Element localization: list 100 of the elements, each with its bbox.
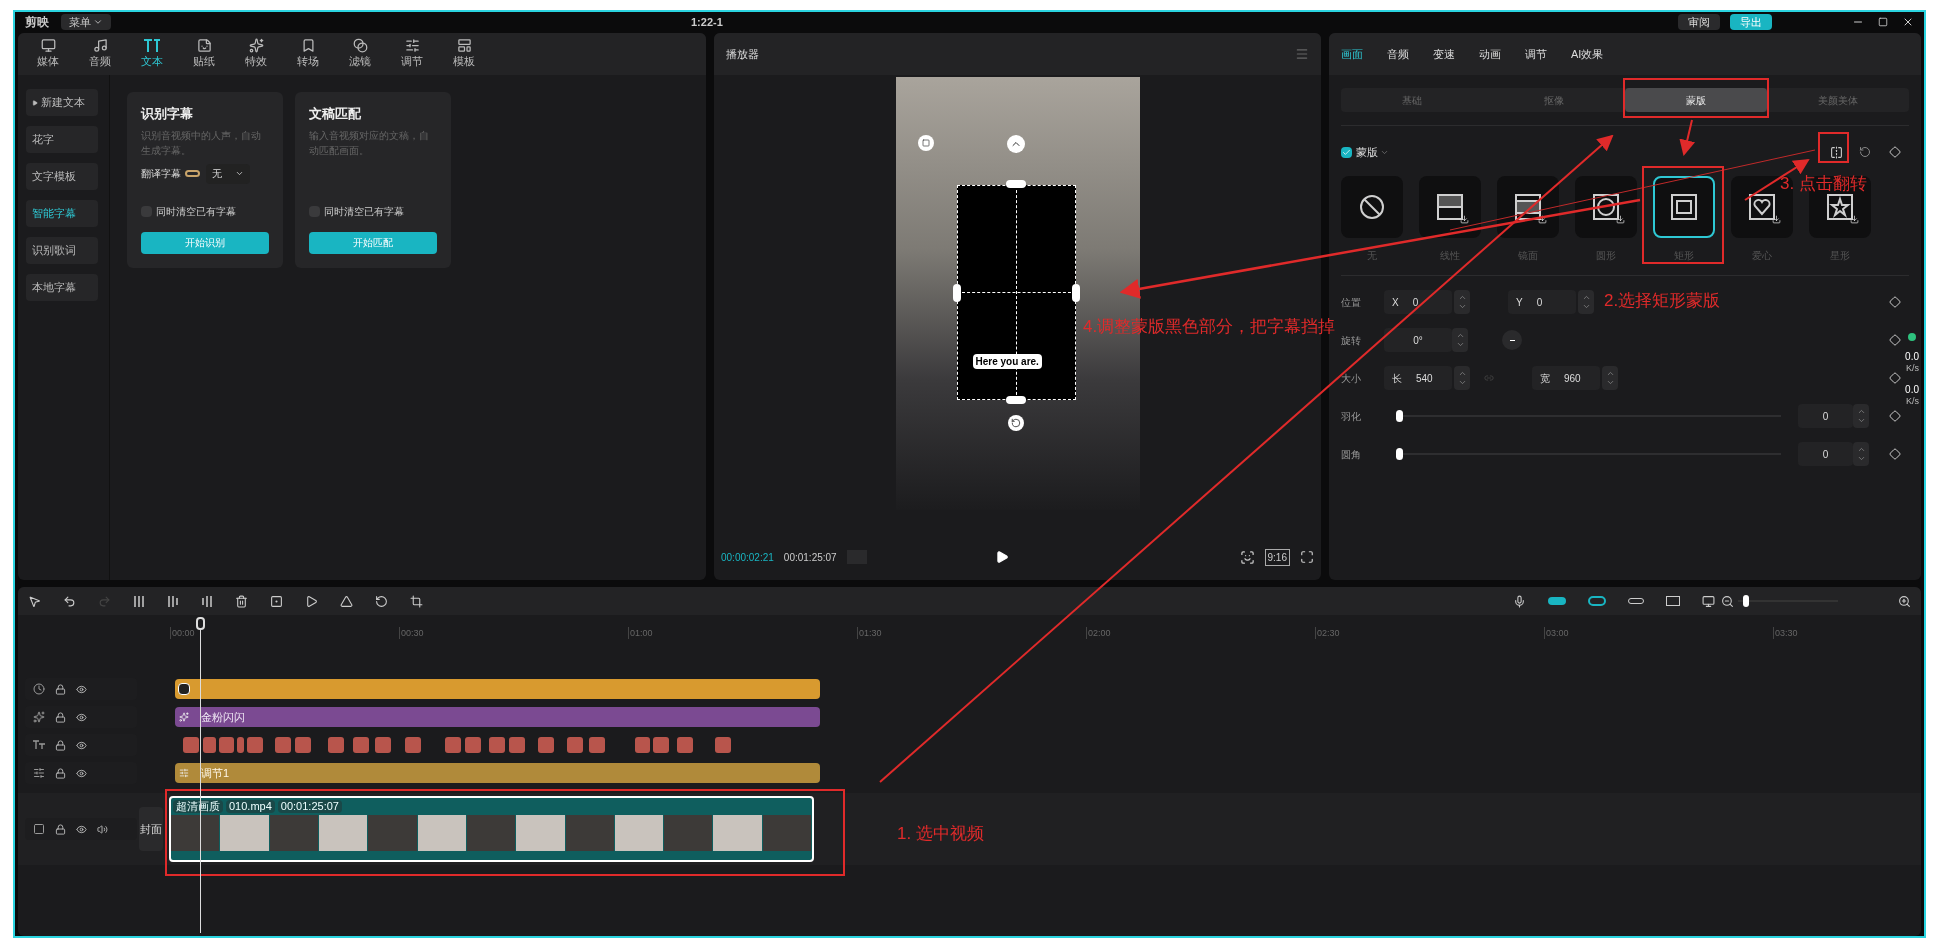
rotate-icon[interactable] — [375, 594, 388, 608]
slider-track[interactable] — [1396, 410, 1781, 422]
media-tab[interactable]: 贴纸 — [186, 38, 222, 70]
number-field[interactable]: 宽 960 — [1532, 366, 1600, 390]
media-tab[interactable]: 媒体 — [30, 38, 66, 70]
number-field[interactable]: 0° — [1384, 328, 1452, 352]
lock-icon[interactable] — [55, 823, 66, 835]
number-field[interactable]: 0 — [1798, 442, 1853, 466]
stepper[interactable] — [1454, 366, 1470, 390]
text-clip[interactable] — [353, 737, 369, 753]
sidebar-item[interactable]: 花字 — [26, 126, 98, 153]
text-clip[interactable] — [567, 737, 583, 753]
eye-icon[interactable] — [76, 823, 87, 835]
inspector-tab[interactable]: 画面 — [1341, 45, 1363, 63]
text-clip[interactable] — [509, 737, 525, 753]
flip-icon[interactable] — [1830, 145, 1843, 159]
stepper[interactable] — [1578, 290, 1594, 314]
down-chevron-icon[interactable] — [1856, 454, 1866, 463]
fullscreen-icon[interactable] — [1300, 550, 1314, 564]
lock-icon[interactable] — [55, 739, 66, 751]
text-clip[interactable] — [465, 737, 481, 753]
feather-handle-icon[interactable] — [1006, 135, 1025, 153]
stepper[interactable] — [1853, 442, 1869, 466]
text-clip[interactable] — [445, 737, 461, 753]
keyframe-icon[interactable] — [1889, 410, 1901, 422]
mask-option[interactable] — [1731, 176, 1793, 238]
sidebar-item[interactable]: 智能字幕 — [26, 200, 98, 227]
lock-icon[interactable] — [55, 767, 66, 779]
resize-handle[interactable] — [1071, 284, 1080, 302]
stepper[interactable] — [1452, 328, 1468, 352]
inspector-tab[interactable]: 动画 — [1479, 45, 1501, 63]
up-chevron-icon[interactable] — [1457, 369, 1467, 378]
media-tab[interactable]: 滤镜 — [342, 38, 378, 70]
lock-icon[interactable] — [55, 711, 66, 723]
down-chevron-icon[interactable] — [1455, 340, 1465, 349]
reset-icon[interactable] — [1859, 146, 1871, 158]
resize-handle[interactable] — [1005, 180, 1026, 188]
maximize-icon[interactable] — [1878, 17, 1888, 27]
media-tab[interactable]: 调节 — [394, 38, 430, 70]
sidebar-item[interactable]: 识别歌词 — [26, 237, 98, 264]
undo-icon[interactable] — [63, 594, 76, 608]
keyframe-icon[interactable] — [1889, 334, 1901, 346]
text-clip[interactable] — [375, 737, 391, 753]
text-clip[interactable] — [275, 737, 291, 753]
play-button[interactable] — [994, 550, 1009, 564]
rotate-handle-icon[interactable] — [1007, 415, 1024, 431]
stepper[interactable] — [1602, 366, 1618, 390]
text-clip[interactable] — [328, 737, 344, 753]
eye-icon[interactable] — [76, 711, 87, 723]
text-clip[interactable] — [677, 737, 693, 753]
lock-icon[interactable] — [55, 683, 66, 695]
speaker-icon[interactable] — [97, 823, 108, 835]
zoom-slider[interactable] — [1738, 595, 1838, 607]
text-clip[interactable] — [203, 737, 216, 753]
keyframe-icon[interactable] — [1889, 448, 1901, 460]
sticker-clip[interactable] — [175, 679, 820, 699]
mask-option[interactable] — [1341, 176, 1403, 238]
number-field[interactable]: Y 0 — [1508, 290, 1576, 314]
text-clip[interactable] — [715, 737, 731, 753]
eye-icon[interactable] — [76, 739, 87, 751]
text-clip[interactable] — [653, 737, 669, 753]
media-tab[interactable]: 文本 — [134, 38, 170, 70]
up-chevron-icon[interactable] — [1856, 445, 1866, 454]
review-button[interactable]: 审阅 — [1678, 14, 1720, 30]
text-clip[interactable] — [247, 737, 263, 753]
mask-rectangle[interactable] — [956, 185, 1076, 400]
down-chevron-icon[interactable] — [1605, 378, 1615, 387]
media-tab[interactable]: 模板 — [446, 38, 482, 70]
mask-option[interactable] — [1497, 176, 1559, 238]
effect-clip[interactable]: 金粉闪闪 — [175, 707, 820, 727]
number-field[interactable]: 长 540 — [1384, 366, 1452, 390]
text-clip[interactable] — [183, 737, 199, 753]
inspector-tab[interactable]: AI效果 — [1571, 45, 1604, 63]
up-chevron-icon[interactable] — [1856, 407, 1866, 416]
zoom-out-icon[interactable] — [1721, 594, 1734, 608]
menu-button[interactable]: 菜单 — [61, 13, 111, 31]
up-chevron-icon[interactable] — [1605, 369, 1615, 378]
corner-handle-icon[interactable] — [917, 135, 934, 151]
playhead-handle[interactable] — [196, 617, 205, 630]
resize-handle[interactable] — [952, 284, 961, 302]
resize-handle[interactable] — [1005, 396, 1026, 404]
split-right-icon[interactable] — [201, 594, 213, 608]
text-clip[interactable] — [237, 737, 244, 753]
number-field[interactable]: X 0 — [1384, 290, 1452, 314]
inspector-tab[interactable]: 音频 — [1387, 45, 1409, 63]
microphone-icon[interactable] — [1513, 594, 1526, 608]
keyframe-icon[interactable] — [1889, 372, 1901, 384]
stepper[interactable] — [1853, 404, 1869, 428]
delete-icon[interactable] — [235, 594, 248, 608]
mask-option[interactable] — [1575, 176, 1637, 238]
text-clip[interactable] — [538, 737, 554, 753]
zoom-in-icon[interactable] — [1898, 594, 1911, 608]
text-clip[interactable] — [295, 737, 311, 753]
inspector-tab[interactable]: 变速 — [1433, 45, 1455, 63]
eye-icon[interactable] — [76, 767, 87, 779]
ratio-button[interactable]: 9:16 — [1264, 548, 1290, 566]
zoom-thumb[interactable] — [1742, 595, 1749, 607]
sidebar-item[interactable]: 文字模板 — [26, 163, 98, 190]
down-chevron-icon[interactable] — [1856, 416, 1866, 425]
language-dropdown[interactable]: 无 — [206, 163, 250, 184]
